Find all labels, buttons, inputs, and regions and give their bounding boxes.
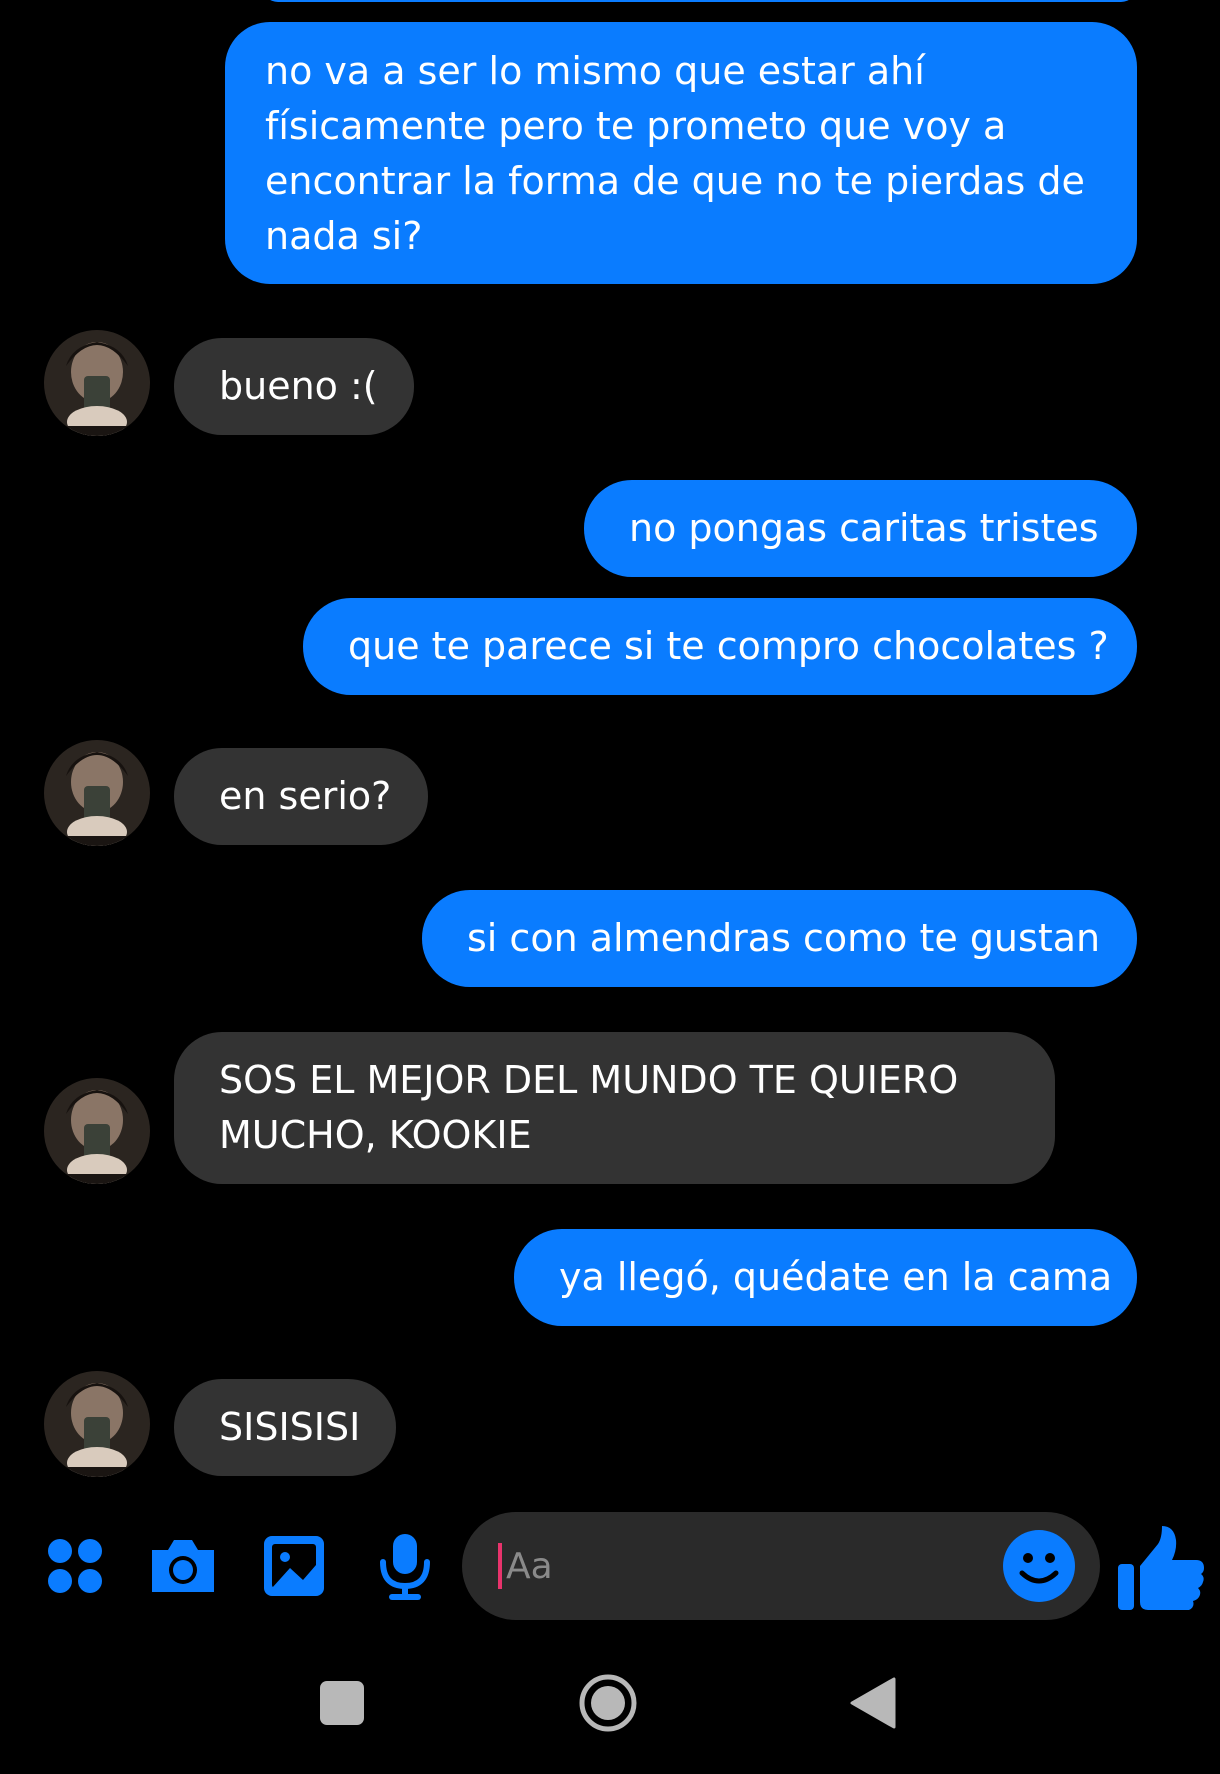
previous-message-edge [262, 0, 1137, 2]
avatar-photo [44, 1078, 150, 1184]
gallery-icon[interactable] [263, 1535, 325, 1597]
avatar-photo [44, 1371, 150, 1477]
contact-avatar[interactable] [44, 740, 150, 846]
home-icon[interactable] [578, 1673, 638, 1733]
avatar-photo [44, 330, 150, 436]
message-incoming-2[interactable]: en serio? [174, 748, 428, 845]
message-input[interactable] [506, 1534, 986, 1598]
message-outgoing-1[interactable]: no va a ser lo mismo que estar ahí físic… [225, 22, 1137, 284]
message-outgoing-3[interactable]: que te parece si te compro chocolates ? [303, 598, 1137, 695]
contact-avatar[interactable] [44, 1078, 150, 1184]
contact-avatar[interactable] [44, 330, 150, 436]
back-icon[interactable] [850, 1677, 896, 1729]
message-incoming-3[interactable]: SOS EL MEJOR DEL MUNDO TE QUIERO MUCHO, … [174, 1032, 1055, 1184]
message-composer[interactable] [462, 1512, 1100, 1620]
avatar-photo [44, 740, 150, 846]
message-incoming-4[interactable]: SISISISI [174, 1379, 396, 1476]
message-outgoing-4[interactable]: si con almendras como te gustan [422, 890, 1137, 987]
apps-icon[interactable] [45, 1536, 105, 1596]
contact-avatar[interactable] [44, 1371, 150, 1477]
text-caret [498, 1543, 502, 1589]
camera-icon[interactable] [148, 1536, 218, 1596]
emoji-icon[interactable] [1002, 1529, 1076, 1603]
microphone-icon[interactable] [377, 1532, 433, 1602]
message-outgoing-2[interactable]: no pongas caritas tristes [584, 480, 1137, 577]
like-icon[interactable] [1116, 1522, 1206, 1614]
message-outgoing-5[interactable]: ya llegó, quédate en la cama [514, 1229, 1137, 1326]
message-incoming-1[interactable]: bueno :( [174, 338, 414, 435]
recents-icon[interactable] [320, 1681, 364, 1725]
